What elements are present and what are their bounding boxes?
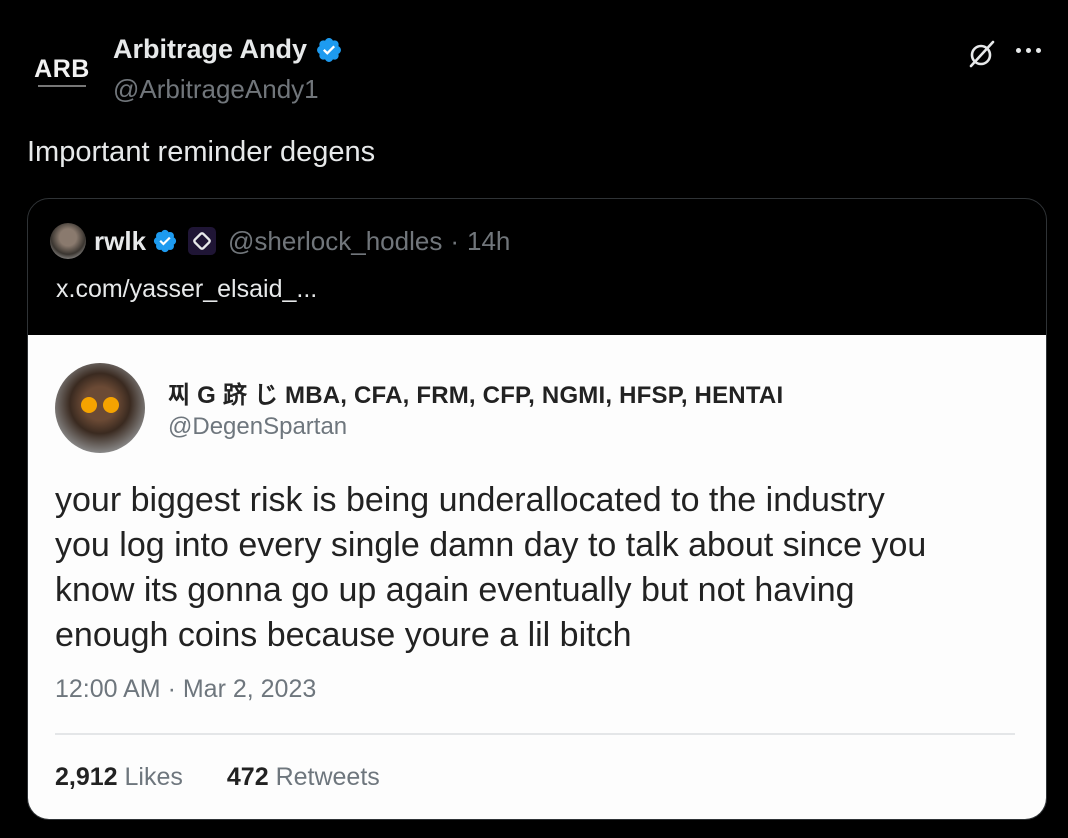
- screenshot-author-avatar: [55, 363, 145, 453]
- avatar-logo-underline: [38, 85, 86, 87]
- quoted-author-avatar[interactable]: [50, 223, 86, 259]
- quoted-author-name[interactable]: rwlk: [94, 226, 146, 257]
- screenshot-author-handle: @DegenSpartan: [168, 413, 348, 440]
- verified-badge-icon[interactable]: [152, 228, 178, 254]
- screenshot-author-name: 찌 G 跻 じ MBA, CFA, FRM, CFP, NGMI, HFSP, …: [168, 382, 784, 409]
- avatar-logo-text: ARB: [34, 55, 90, 83]
- likes-label: Likes: [124, 763, 183, 791]
- tweet-author-row: Arbitrage Andy: [113, 34, 343, 65]
- tweet-author-name[interactable]: Arbitrage Andy: [113, 34, 307, 65]
- quoted-tweet-header: rwlk @sherlock_hodles · 14h: [50, 221, 510, 261]
- verified-badge-icon[interactable]: [315, 36, 343, 64]
- quoted-tweet-age[interactable]: 14h: [467, 226, 510, 257]
- screenshot-body-line: enough coins because youre a lil bitch: [55, 616, 632, 654]
- grok-icon[interactable]: [966, 38, 998, 70]
- more-dot: [1016, 48, 1021, 53]
- affiliate-badge-icon[interactable]: [188, 227, 217, 255]
- likes-stat: 2,912 Likes: [55, 763, 183, 792]
- screenshot-timestamp: 12:00 AM · Mar 2, 2023: [55, 675, 317, 703]
- screenshot-stats: 2,912 Likes 472 Retweets: [55, 763, 380, 792]
- screenshot-tweet-body: your biggest risk is being underallocate…: [55, 478, 1015, 658]
- retweets-count: 472: [226, 763, 269, 791]
- more-dot: [1036, 48, 1041, 53]
- retweets-stat: 472 Retweets: [227, 763, 380, 792]
- quoted-tweet-link[interactable]: x.com/yasser_elsaid_...: [56, 275, 317, 304]
- meta-separator: ·: [450, 225, 459, 256]
- tweet-author-handle[interactable]: @ArbitrageAndy1: [113, 74, 319, 105]
- quoted-author-handle[interactable]: @sherlock_hodles: [228, 226, 442, 257]
- more-icon[interactable]: [1016, 48, 1041, 53]
- screenshot-body-line: your biggest risk is being underallocate…: [55, 481, 885, 519]
- quoted-tweet[interactable]: rwlk @sherlock_hodles · 14h x.com/yasser…: [27, 198, 1047, 820]
- divider: [55, 733, 1015, 735]
- avatar-eye: [103, 397, 119, 413]
- more-dot: [1026, 48, 1031, 53]
- avatar-eye: [81, 397, 97, 413]
- tweet-author-avatar[interactable]: ARB: [26, 36, 98, 108]
- embedded-screenshot[interactable]: 찌 G 跻 じ MBA, CFA, FRM, CFP, NGMI, HFSP, …: [28, 335, 1046, 819]
- likes-count: 2,912: [55, 763, 118, 791]
- tweet-text: Important reminder degens: [27, 136, 376, 168]
- screenshot-body-line: you log into every single damn day to ta…: [55, 526, 927, 564]
- screenshot-body-line: know its gonna go up again eventually bu…: [55, 571, 855, 609]
- retweets-label: Retweets: [275, 763, 380, 791]
